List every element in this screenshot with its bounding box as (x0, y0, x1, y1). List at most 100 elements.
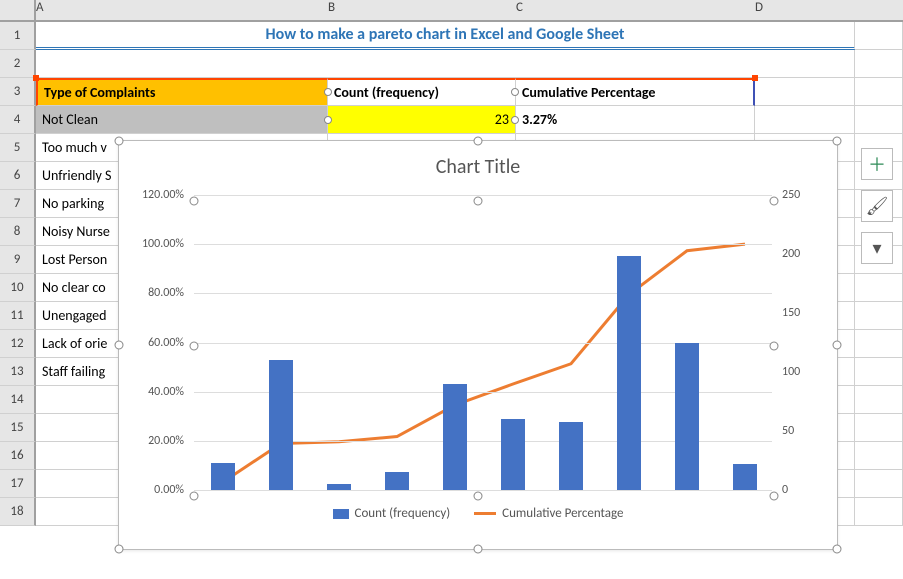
row-head[interactable]: 11 (0, 302, 36, 330)
row-head[interactable]: 8 (0, 218, 36, 246)
resize-handle-icon[interactable] (833, 137, 842, 146)
bar[interactable] (559, 422, 583, 490)
cell[interactable] (855, 358, 903, 386)
embedded-chart[interactable]: Chart Title 0.00%20.00%40.00%60.00%80.00… (118, 140, 838, 550)
cell[interactable] (855, 330, 903, 358)
plot-handle-icon[interactable] (474, 492, 483, 501)
row-head[interactable]: 5 (0, 134, 36, 162)
header-cumulative[interactable]: Cumulative Percentage (516, 78, 755, 106)
resize-handle-icon[interactable] (833, 545, 842, 554)
cell-b4[interactable]: 23 (328, 106, 516, 134)
resize-handle-icon[interactable] (474, 545, 483, 554)
resize-handle-icon[interactable] (833, 341, 842, 350)
row-head[interactable]: 6 (0, 162, 36, 190)
chart-styles-button[interactable]: 🖌 (861, 190, 893, 222)
bar[interactable] (443, 384, 467, 490)
row-head[interactable]: 17 (0, 470, 36, 498)
resize-handle-icon[interactable] (115, 137, 124, 146)
cell[interactable] (755, 78, 855, 106)
gridline (194, 244, 772, 245)
row-head[interactable]: 7 (0, 190, 36, 218)
y-axis-right-label: 50 (782, 424, 822, 438)
cell[interactable] (855, 498, 903, 526)
legend-item-line: Cumulative Percentage (474, 506, 623, 521)
chart-plot-area[interactable]: 0.00%20.00%40.00%60.00%80.00%100.00%120.… (194, 195, 772, 490)
row-head[interactable]: 14 (0, 386, 36, 414)
cell[interactable] (855, 78, 903, 106)
brush-icon: 🖌 (866, 195, 889, 217)
header-count[interactable]: Count (frequency) (328, 78, 516, 106)
page-title[interactable]: How to make a pareto chart in Excel and … (36, 22, 855, 50)
cell[interactable] (855, 470, 903, 498)
cell[interactable] (36, 50, 855, 78)
col-head-extra[interactable] (855, 0, 903, 22)
selection-handle-icon[interactable] (511, 116, 519, 124)
row-head[interactable]: 16 (0, 442, 36, 470)
y-axis-left-label: 0.00% (122, 483, 184, 497)
cell[interactable] (855, 106, 903, 134)
bar[interactable] (501, 419, 525, 490)
selection-handle-icon[interactable] (511, 88, 519, 96)
chart-elements-button[interactable]: ＋ (861, 148, 893, 180)
col-head-d[interactable]: D (755, 0, 855, 22)
cell[interactable] (855, 50, 903, 78)
legend-item-bar: Count (frequency) (333, 506, 451, 521)
y-axis-right-label: 200 (782, 247, 822, 261)
row-head[interactable]: 3 (0, 78, 36, 106)
chart-filters-button[interactable]: ▾ (861, 232, 893, 264)
y-axis-left-label: 100.00% (122, 237, 184, 251)
bar[interactable] (733, 464, 757, 490)
cell[interactable] (855, 22, 903, 50)
bar[interactable] (385, 472, 409, 490)
header-type[interactable]: Type of Complaints (36, 78, 328, 106)
bar[interactable] (617, 256, 641, 490)
gridline (194, 195, 772, 196)
row-head[interactable]: 9 (0, 246, 36, 274)
cell[interactable] (855, 414, 903, 442)
cell[interactable] (855, 386, 903, 414)
row-head[interactable]: 12 (0, 330, 36, 358)
row-head[interactable]: 15 (0, 414, 36, 442)
col-head-b[interactable]: B (328, 0, 516, 22)
row-head[interactable]: 18 (0, 498, 36, 526)
row-head[interactable]: 1 (0, 22, 36, 50)
chart-legend: Count (frequency) Cumulative Percentage (119, 500, 837, 533)
cell[interactable] (855, 302, 903, 330)
row-head[interactable]: 10 (0, 274, 36, 302)
resize-handle-icon[interactable] (115, 545, 124, 554)
plot-handle-icon[interactable] (190, 342, 199, 351)
row-head[interactable]: 2 (0, 50, 36, 78)
chart-title[interactable]: Chart Title (119, 141, 837, 185)
y-axis-right-label: 250 (782, 188, 822, 202)
row-head[interactable]: 4 (0, 106, 36, 134)
col-head-a[interactable]: A (36, 0, 328, 22)
select-all-corner[interactable] (0, 0, 36, 22)
selection-handle-icon[interactable] (324, 116, 332, 124)
y-axis-left-label: 120.00% (122, 188, 184, 202)
cell[interactable] (855, 274, 903, 302)
bar[interactable] (327, 484, 351, 490)
y-axis-left-label: 60.00% (122, 336, 184, 350)
plus-icon: ＋ (868, 151, 886, 177)
cell[interactable] (755, 106, 855, 134)
legend-swatch-bar-icon (333, 509, 349, 519)
bar[interactable] (211, 463, 235, 490)
plot-handle-icon[interactable] (190, 197, 199, 206)
plot-handle-icon[interactable] (190, 492, 199, 501)
selection-handle-icon[interactable] (324, 88, 332, 96)
y-axis-right-label: 100 (782, 365, 822, 379)
cell[interactable] (855, 442, 903, 470)
resize-handle-icon[interactable] (474, 137, 483, 146)
plot-handle-icon[interactable] (770, 342, 779, 351)
bar[interactable] (269, 360, 293, 490)
selection-corner-icon (752, 75, 758, 81)
cell-a4[interactable]: Not Clean (36, 106, 328, 134)
plot-handle-icon[interactable] (770, 492, 779, 501)
cell-c4[interactable]: 3.27% (516, 106, 755, 134)
bar[interactable] (675, 343, 699, 491)
row-head[interactable]: 13 (0, 358, 36, 386)
resize-handle-icon[interactable] (115, 341, 124, 350)
col-head-c[interactable]: C (516, 0, 755, 22)
plot-handle-icon[interactable] (474, 197, 483, 206)
plot-handle-icon[interactable] (770, 197, 779, 206)
